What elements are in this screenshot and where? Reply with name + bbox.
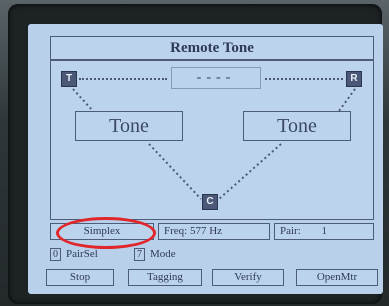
tone-right-label: Tone [277,115,317,137]
tagging-button[interactable]: Tagging [128,269,202,286]
tone-right-box[interactable]: Tone [243,111,351,141]
shortcut-label-pairsel: PairSel [66,248,98,260]
openmtr-label: OpenMtr [316,271,358,283]
shortcut-key-0: 0 [53,249,58,260]
shortcut-key-pairsel[interactable]: 0 [50,248,61,261]
title-bar: Remote Tone [50,36,374,60]
tone-left-box[interactable]: Tone [75,111,183,141]
diagram-links [72,88,356,200]
tagging-label: Tagging [147,271,183,283]
openmtr-button[interactable]: OpenMtr [296,269,378,286]
device-body: Remote Tone ---- T R C Tone Tone Simplex… [0,0,389,306]
link-t-tone [72,88,94,112]
link-tone-c [148,143,202,200]
highlight-ellipse [56,217,156,249]
link-r-tone [338,88,356,112]
link-tone-c-right [218,143,282,200]
stop-label: Stop [69,271,91,283]
shortcut-key-7: 7 [137,249,142,260]
pair-label: Pair: [280,225,301,237]
verify-label: Verify [234,271,262,283]
verify-button[interactable]: Verify [212,269,284,286]
tone-left-label: Tone [109,115,149,137]
freq-value: Freq: 577 Hz [164,225,223,237]
shortcut-key-mode[interactable]: 7 [134,248,145,261]
freq-status: Freq: 577 Hz [158,223,270,240]
pair-status: Pair: 1 [274,223,374,240]
screen-bezel: Remote Tone ---- T R C Tone Tone Simplex… [8,4,383,304]
shortcut-label-mode: Mode [150,248,176,260]
lcd-screen: Remote Tone ---- T R C Tone Tone Simplex… [28,24,383,294]
page-title: Remote Tone [170,40,254,56]
tone-diagram: ---- T R C Tone Tone [50,60,374,220]
stop-button[interactable]: Stop [46,269,114,286]
pair-value: 1 [321,225,328,237]
